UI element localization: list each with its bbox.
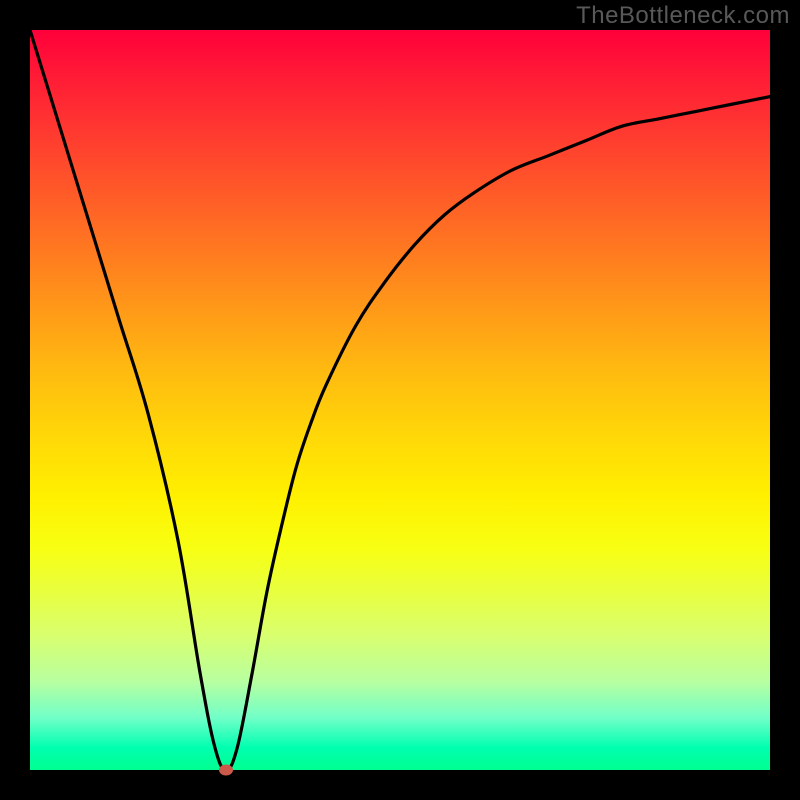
bottleneck-curve — [30, 30, 770, 770]
optimal-point-marker — [219, 765, 233, 776]
plot-area — [30, 30, 770, 770]
watermark-text: TheBottleneck.com — [576, 2, 790, 30]
curve-layer — [30, 30, 770, 770]
chart-frame: TheBottleneck.com — [0, 0, 800, 800]
